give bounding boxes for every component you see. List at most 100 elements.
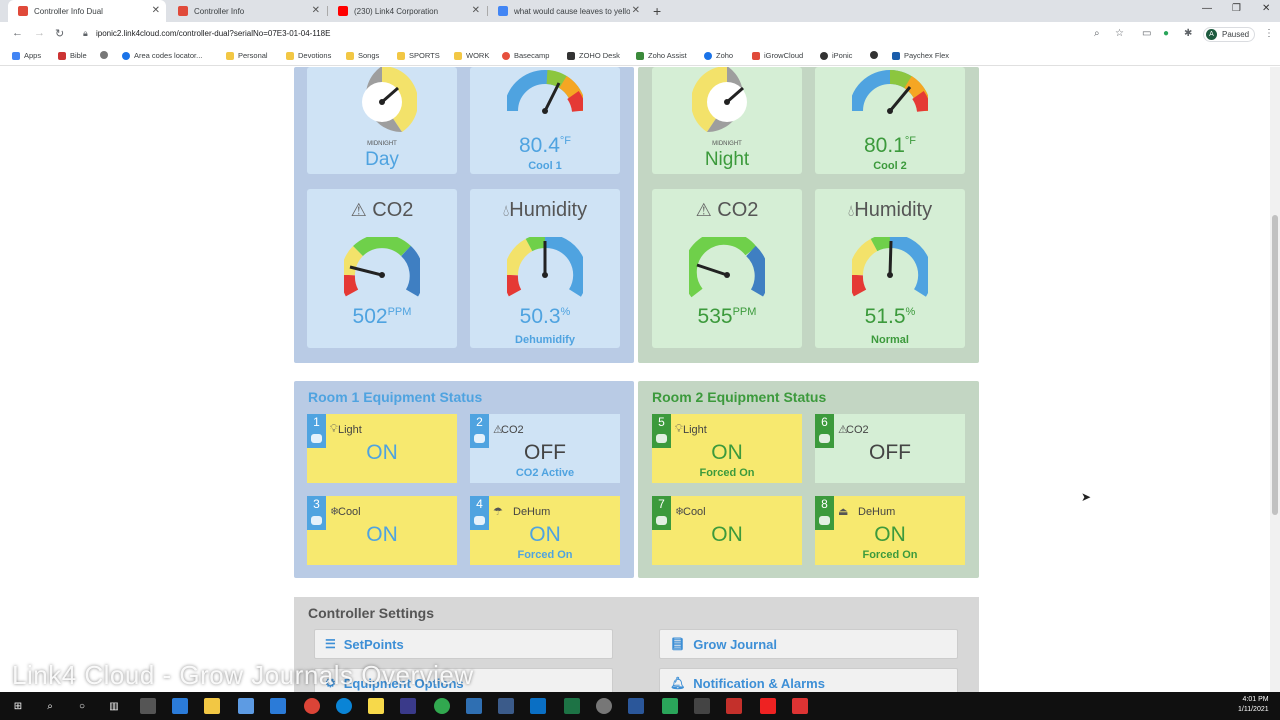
app-icon[interactable] [466,698,482,714]
equipment-2-co2[interactable]: 2 ⚠ CO2 OFF CO2 Active [470,414,620,483]
app-icon[interactable] [726,698,742,714]
app-icon[interactable] [270,698,286,714]
app-icon[interactable] [498,698,514,714]
app-icon[interactable] [368,698,384,714]
close-tab-icon[interactable]: ✕ [632,5,640,16]
new-tab-button[interactable]: + [653,3,661,19]
tab-controller-info[interactable]: Controller Info ✕ [168,0,326,22]
scrollbar-thumb[interactable] [1272,215,1278,515]
bookmark-bible[interactable]: Bible [58,51,87,60]
avatar: A [1206,29,1217,40]
close-tab-icon[interactable]: ✕ [312,5,320,16]
book-icon: 📘︎ [670,637,686,651]
outlook-icon[interactable] [530,698,546,714]
notifications-alarms-button[interactable]: 🔔︎ Notification & Alarms [659,668,958,692]
equipment-state: ON [366,441,398,464]
app-icon[interactable] [140,698,156,714]
word-icon[interactable] [628,698,644,714]
app-icon[interactable] [596,698,612,714]
file-explorer-icon[interactable] [204,698,220,714]
equipment-5-light[interactable]: 5 💡︎ Light ON Forced On [652,414,802,483]
taskbar-clock[interactable]: 4:01 PM 1/11/2021 [1238,695,1269,715]
tab-google-search[interactable]: what would cause leaves to yello ✕ [488,0,646,22]
cortana-icon[interactable]: ○ [74,698,90,714]
bookmark-unnamed[interactable] [870,51,882,59]
bookmark-globe[interactable] [100,51,112,59]
zoom-icon[interactable]: ⌕ [1094,28,1100,39]
link4-favicon-icon [18,6,28,16]
app-icon[interactable] [172,698,188,714]
mouse-cursor-icon: ➤ [1081,490,1092,504]
bookmark-zoho[interactable]: Zoho [704,51,733,60]
bookmark-basecamp[interactable]: Basecamp [502,51,549,60]
bookmark-apps[interactable]: Apps [12,51,41,60]
bookmarks-bar: Apps Bible Area codes locator... Persona… [0,46,1280,66]
close-tab-icon[interactable]: ✕ [472,5,480,16]
profile-button[interactable]: A Paused [1203,27,1255,42]
lock-icon: 🔒︎ [83,28,88,38]
app-icon[interactable] [694,698,710,714]
tab-link4-corporation[interactable]: (230) Link4 Corporation ✕ [328,0,486,22]
app-icon[interactable] [238,698,254,714]
bookmark-zoho-assist[interactable]: Zoho Assist [636,51,687,60]
windows-start-icon[interactable]: ⊞ [10,698,26,714]
task-view-icon[interactable]: ▥ [106,698,122,714]
close-tab-icon[interactable]: ✕ [152,5,160,16]
chrome-icon[interactable] [304,698,320,714]
reload-icon[interactable]: ↻ [55,27,64,40]
close-window-icon[interactable]: ✕ [1262,3,1270,14]
equipment-note: Forced On [699,467,755,479]
equipment-state: OFF [869,441,911,464]
bookmark-star-icon[interactable]: ☆ [1115,28,1124,39]
bookmark-paychex[interactable]: Paychex Flex [892,51,949,60]
bookmark-songs[interactable]: Songs [346,51,379,60]
room2-humidity-title: 💧︎Humidity [847,199,933,221]
equipment-7-cool[interactable]: 7 ❄ Cool ON [652,496,802,565]
bookmark-devotions[interactable]: Devotions [286,51,331,60]
bookmark-zoho-desk[interactable]: ZOHO Desk [567,51,620,60]
equipment-4-dehum[interactable]: 4 ☂ DeHum ON Forced On [470,496,620,565]
room1-humidity-card: 💧︎Humidity 50.3% Dehumidify [470,189,620,348]
bookmark-work[interactable]: WORK [454,51,489,60]
tab-controller-info-dual[interactable]: Controller Info Dual ✕ [8,0,166,22]
back-icon[interactable]: ← [12,27,23,39]
bookmark-personal[interactable]: Personal [226,51,268,60]
lightbulb-icon: 💡︎ [330,423,338,435]
setpoints-button[interactable]: ☰ SetPoints [314,629,613,659]
bookmark-sports[interactable]: SPORTS [397,51,440,60]
google-favicon-icon [498,6,508,16]
room1-temp-gauge [507,70,583,114]
extension-grammarly-icon[interactable]: ● [1163,28,1169,39]
bookmark-iponic[interactable]: iPonic [820,51,852,60]
room1-equipment-title: Room 1 Equipment Status [308,389,483,405]
app-icon[interactable] [434,698,450,714]
room2-humidity-card: 💧︎Humidity 51.5% Normal [815,189,965,348]
menu-icon[interactable]: ⋮ [1264,28,1274,39]
url-field[interactable]: iponic2.link4cloud.com/controller-dual?s… [96,29,330,38]
equipment-6-co2[interactable]: 6 ⚠ CO2 OFF [815,414,965,483]
bookmark-igrowcloud[interactable]: iGrowCloud [752,51,803,60]
cast-icon[interactable]: ▭ [1142,28,1151,39]
app-icon[interactable] [400,698,416,714]
equipment-8-dehum[interactable]: 8 ⏏ DeHum ON Forced On [815,496,965,565]
lightbulb-icon: 💡︎ [675,423,683,435]
excel-icon[interactable] [564,698,580,714]
room2-humidity-mode: Normal [871,334,909,346]
taskbar: ⊞ ⌕ ○ ▥ [0,692,1280,720]
dehumidifier-icon: ⏏ [838,506,849,518]
extensions-icon[interactable]: ✱ [1184,28,1192,39]
minimize-icon[interactable]: — [1202,3,1212,14]
search-icon[interactable]: ⌕ [42,698,58,714]
app-icon[interactable] [792,698,808,714]
bookmark-area-codes[interactable]: Area codes locator... [122,51,202,60]
acrobat-icon[interactable] [760,698,776,714]
grow-journal-button[interactable]: 📘︎ Grow Journal [659,629,958,659]
edge-icon[interactable] [336,698,352,714]
address-bar: ← → ↻ 🔒︎ iponic2.link4cloud.com/controll… [0,22,1280,46]
app-icon[interactable] [662,698,678,714]
equipment-1-light[interactable]: 1 💡︎ Light ON [307,414,457,483]
forward-icon[interactable]: → [34,27,45,39]
youtube-favicon-icon [338,6,348,16]
restore-icon[interactable]: ❐ [1232,3,1241,14]
equipment-3-cool[interactable]: 3 ❄ Cool ON [307,496,457,565]
